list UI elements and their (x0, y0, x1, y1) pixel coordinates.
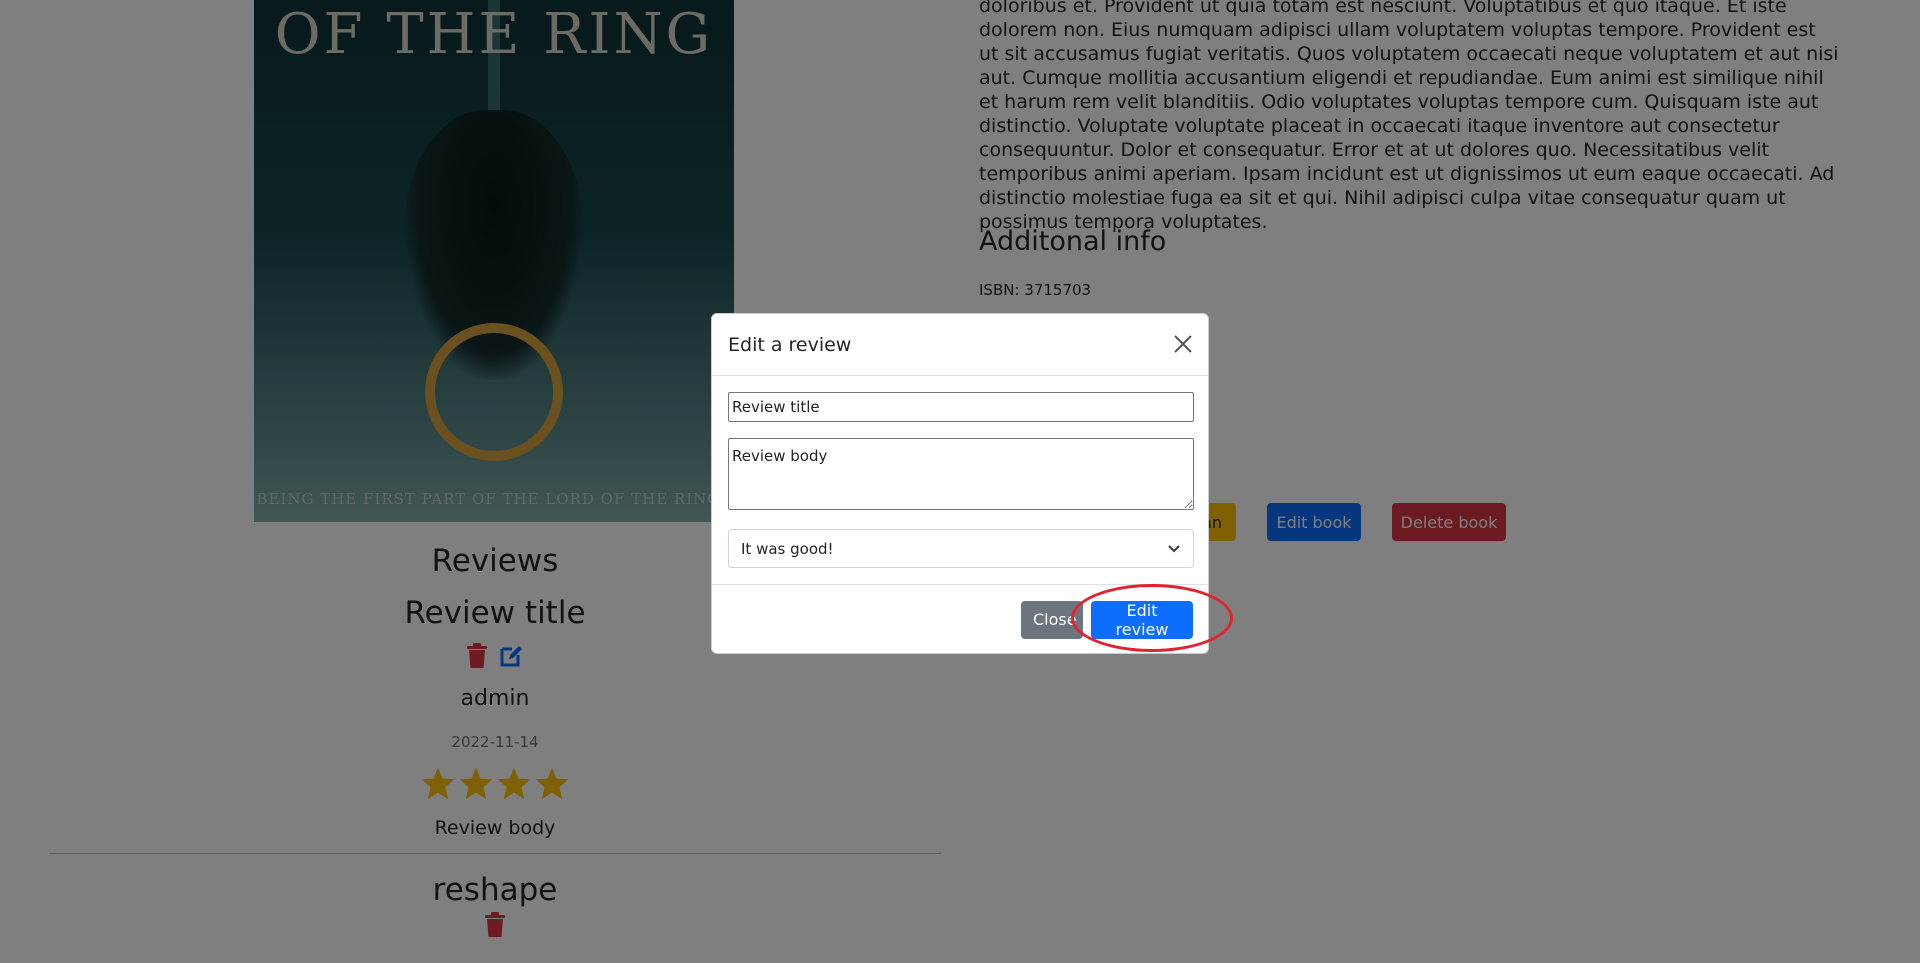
modal-header: Edit a review (712, 314, 1208, 376)
edit-review-modal: Edit a review Review body It was good! C… (711, 313, 1209, 654)
rating-select-value: It was good! (741, 539, 834, 558)
modal-footer: Close Edit review (712, 584, 1208, 654)
review-body-textarea[interactable]: Review body (728, 438, 1194, 510)
modal-title: Edit a review (728, 333, 852, 356)
close-icon[interactable] (1172, 333, 1194, 355)
close-button[interactable]: Close (1021, 600, 1083, 639)
chevron-down-icon (1167, 540, 1181, 558)
rating-select[interactable]: It was good! (728, 529, 1194, 568)
modal-body: Review body It was good! (712, 376, 1208, 584)
edit-review-button[interactable]: Edit review (1091, 600, 1193, 639)
review-title-input[interactable] (728, 392, 1194, 422)
